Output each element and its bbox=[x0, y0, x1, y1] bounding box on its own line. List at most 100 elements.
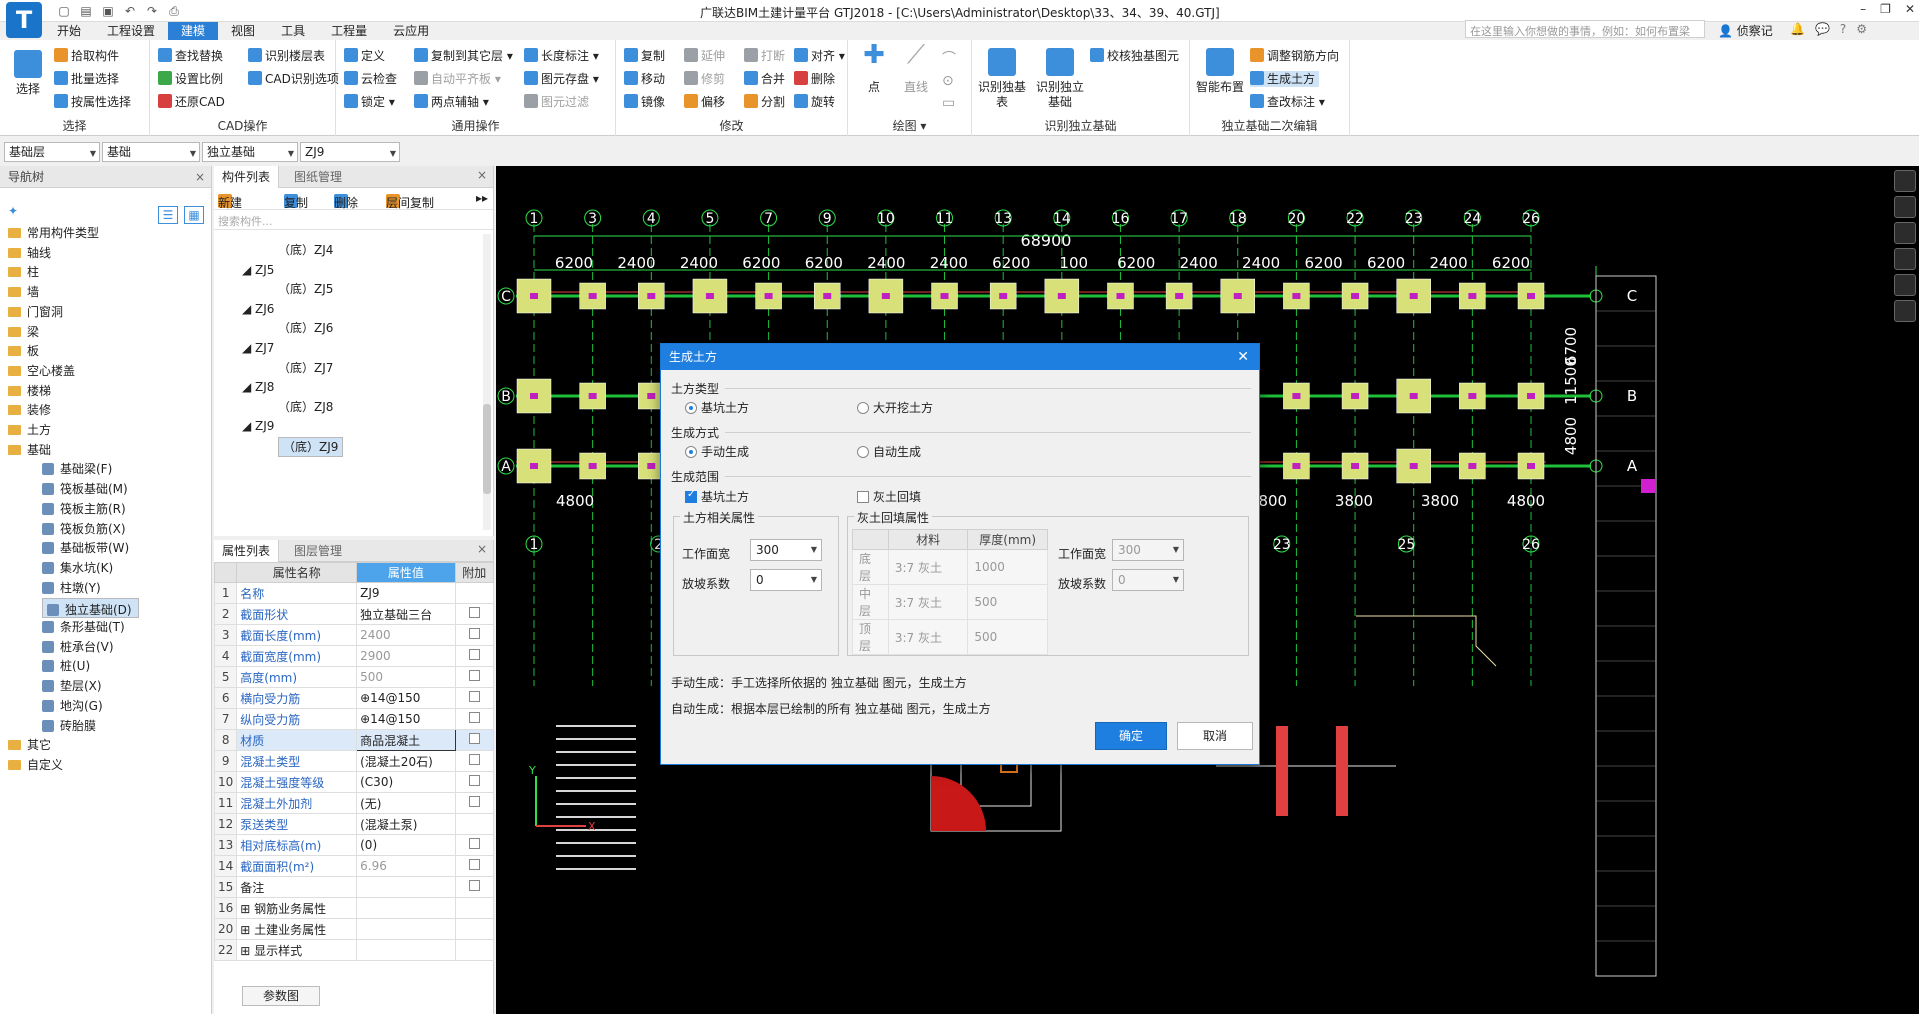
offset-button[interactable]: 偏移 bbox=[684, 94, 725, 110]
floor-select[interactable]: 基础层 ▼ bbox=[4, 142, 100, 162]
nav-item[interactable]: 土方 bbox=[8, 421, 51, 439]
attach-cell[interactable] bbox=[454, 834, 495, 856]
panel-close-icon[interactable]: × bbox=[477, 168, 487, 182]
nav-item[interactable]: 门窗洞 bbox=[8, 303, 63, 321]
help-icon[interactable]: ? bbox=[1840, 22, 1846, 36]
expand-icon[interactable]: ◢ bbox=[242, 380, 255, 394]
component-search-input[interactable]: 搜索构件... bbox=[214, 210, 493, 230]
nav-sub-item[interactable]: 柱墩(Y) bbox=[42, 579, 107, 597]
check-foundation-button[interactable]: 校核独基图元 bbox=[1090, 48, 1179, 64]
menu-modeling[interactable]: 建模 bbox=[168, 22, 219, 40]
property-row[interactable]: 12 泵送类型 (混凝土泵) bbox=[213, 813, 495, 835]
nav-sub-item[interactable]: 条形基础(T) bbox=[42, 618, 131, 636]
work-width-select[interactable]: 300 ▼ bbox=[750, 539, 822, 561]
property-row[interactable]: 13 相对底标高(m) (0) bbox=[213, 834, 495, 856]
bell-icon[interactable]: 🔔 bbox=[1790, 22, 1805, 36]
property-value[interactable] bbox=[356, 876, 456, 898]
menu-project-settings[interactable]: 工程设置 bbox=[94, 22, 168, 40]
property-row[interactable]: 10 混凝土强度等级 (C30) bbox=[213, 771, 495, 793]
copy-button[interactable]: 复制 bbox=[624, 48, 665, 64]
cancel-button[interactable]: 取消 bbox=[1177, 722, 1253, 750]
nav-sub-item[interactable]: 筏板基础(M) bbox=[42, 480, 134, 498]
move-button[interactable]: 移动 bbox=[624, 71, 665, 87]
component-item[interactable]: （底）ZJ5 bbox=[278, 280, 333, 298]
component-item[interactable]: ◢ ZJ7 bbox=[242, 339, 274, 357]
pin-icon[interactable]: ✦ bbox=[8, 204, 18, 218]
property-value[interactable]: (C30) bbox=[356, 771, 456, 793]
property-value[interactable]: (混凝土泵) bbox=[356, 813, 456, 835]
settings-icon[interactable]: ⚙ bbox=[1856, 22, 1867, 36]
view-rotate-icon[interactable] bbox=[1894, 274, 1916, 296]
smart-layout-button[interactable]: 智能布置 bbox=[1194, 48, 1246, 95]
scrollbar-thumb[interactable] bbox=[483, 404, 491, 494]
attach-cell[interactable] bbox=[454, 645, 495, 667]
component-item[interactable]: （底）ZJ6 bbox=[278, 319, 333, 337]
panel-close-icon[interactable]: × bbox=[477, 542, 487, 556]
checkbox-icon[interactable] bbox=[468, 649, 480, 660]
recognize-foundation-button[interactable]: 识别独立基础 bbox=[1032, 48, 1088, 110]
property-row[interactable]: 3 截面长度(mm) 2400 bbox=[213, 624, 495, 646]
trim-button[interactable]: 修剪 bbox=[684, 71, 725, 87]
extend-button[interactable]: 延伸 bbox=[684, 48, 725, 64]
nav-sub-item[interactable]: 基础梁(F) bbox=[42, 460, 118, 478]
component-item[interactable]: ◢ ZJ9 bbox=[242, 417, 274, 435]
property-value[interactable]: 500 bbox=[356, 666, 456, 688]
expand-icon[interactable]: ◢ bbox=[242, 419, 255, 433]
nav-item[interactable]: 常用构件类型 bbox=[8, 224, 99, 242]
component-item[interactable]: （底）ZJ9 bbox=[278, 437, 344, 457]
user-account[interactable]: 👤 侦察记 bbox=[1718, 22, 1773, 39]
component-select[interactable]: ZJ9 ▼ bbox=[300, 142, 400, 162]
redo-icon[interactable]: ↷ bbox=[144, 3, 160, 19]
property-value[interactable]: (无) bbox=[356, 792, 456, 814]
minimize-icon[interactable]: – bbox=[1860, 2, 1866, 16]
nav-sub-item[interactable]: 筏板主筋(R) bbox=[42, 500, 132, 518]
checkbox-icon[interactable] bbox=[468, 607, 480, 618]
nav-item[interactable]: 其它 bbox=[8, 736, 51, 754]
component-item[interactable]: （底）ZJ8 bbox=[278, 398, 333, 416]
tab-component-list[interactable]: 构件列表 bbox=[214, 166, 280, 188]
property-value[interactable]: (0) bbox=[356, 834, 456, 856]
component-item[interactable]: ◢ ZJ5 bbox=[242, 261, 274, 279]
attach-cell[interactable] bbox=[454, 855, 495, 877]
category-select[interactable]: 基础 ▼ bbox=[102, 142, 200, 162]
menu-quantities[interactable]: 工程量 bbox=[318, 22, 380, 40]
tab-layer-management[interactable]: 图层管理 bbox=[286, 540, 350, 562]
type-pit-radio[interactable]: 基坑土方 bbox=[685, 399, 749, 416]
property-value[interactable] bbox=[356, 939, 456, 961]
property-row[interactable]: 2 截面形状 独立基础三台 bbox=[213, 603, 495, 625]
nav-sub-item[interactable]: 筏板负筋(X) bbox=[42, 520, 132, 538]
property-value[interactable]: (混凝土20石) bbox=[356, 750, 456, 772]
nav-sub-item[interactable]: 桩(U) bbox=[42, 657, 96, 675]
nav-item[interactable]: 板 bbox=[8, 342, 39, 360]
checkbox-icon[interactable] bbox=[468, 775, 480, 786]
mode-auto-radio[interactable]: 自动生成 bbox=[857, 443, 921, 460]
expand-icon[interactable]: ◢ bbox=[242, 263, 255, 277]
cloud-check-button[interactable]: 云检查 bbox=[344, 71, 397, 87]
backfill-width-select[interactable]: 300 ▼ bbox=[1112, 539, 1184, 561]
nav-item[interactable]: 柱 bbox=[8, 263, 39, 281]
property-value[interactable]: ZJ9 bbox=[356, 582, 456, 604]
new-component-button[interactable]: 新建 ▾ bbox=[218, 191, 242, 210]
restore-cad-button[interactable]: 还原CAD bbox=[158, 94, 225, 110]
property-row[interactable]: 6 横向受力筋 ⊕14@150 bbox=[213, 687, 495, 709]
adjust-rebar-direction-button[interactable]: 调整钢筋方向 bbox=[1250, 48, 1339, 64]
copy-to-floor-button[interactable]: 复制到其它层 ▾ bbox=[414, 48, 513, 64]
more-icon[interactable]: ▸▸ bbox=[476, 191, 488, 205]
find-replace-button[interactable]: 查找替换 bbox=[158, 48, 223, 64]
point-draw-button[interactable]: ✚ 点 bbox=[856, 42, 892, 95]
attach-cell[interactable] bbox=[454, 792, 495, 814]
grid-view-icon[interactable]: ▦ bbox=[184, 206, 204, 224]
line-draw-button[interactable]: ⟋ 直线 bbox=[898, 42, 934, 95]
property-row[interactable]: 7 纵向受力筋 ⊕14@150 bbox=[213, 708, 495, 730]
ok-button[interactable]: 确定 bbox=[1095, 722, 1167, 750]
merge-button[interactable]: 合并 bbox=[744, 71, 785, 87]
slope-select[interactable]: 0 ▼ bbox=[750, 569, 822, 591]
range-backfill-checkbox[interactable]: 灰土回填 bbox=[857, 488, 921, 505]
property-value[interactable] bbox=[356, 918, 456, 940]
checkbox-icon[interactable] bbox=[468, 670, 480, 681]
rotate-button[interactable]: 旋转 bbox=[794, 94, 835, 110]
set-scale-button[interactable]: 设置比例 bbox=[158, 71, 223, 87]
property-value[interactable]: 6.96 bbox=[356, 855, 456, 877]
define-button[interactable]: 定义 bbox=[344, 48, 385, 64]
tab-property-list[interactable]: 属性列表 bbox=[214, 540, 280, 562]
